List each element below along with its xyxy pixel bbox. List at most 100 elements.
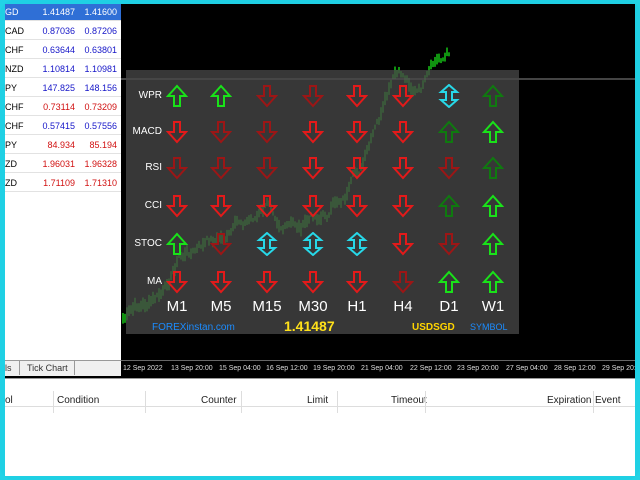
- bid-cell: 0.63644: [42, 45, 75, 55]
- arrow-down-icon: [345, 120, 369, 144]
- bid-cell: 0.87036: [42, 26, 75, 36]
- arrow-down-icon: [255, 270, 279, 294]
- arrow-updown-icon: [346, 231, 368, 257]
- column-separator[interactable]: [425, 391, 426, 413]
- arrow-down-icon: [391, 156, 415, 180]
- column-separator[interactable]: [593, 391, 594, 413]
- arrow-down-icon: [391, 232, 415, 256]
- ask-cell: 0.63801: [84, 45, 117, 55]
- timeframe-label[interactable]: D1: [429, 298, 469, 315]
- arrow-down-icon: [391, 194, 415, 218]
- arrow-down-icon: [345, 84, 369, 108]
- market-row[interactable]: PY 84.934 85.194: [5, 137, 121, 154]
- market-row[interactable]: PY 147.825 148.156: [5, 80, 121, 97]
- column-header[interactable]: Timeout: [391, 395, 427, 406]
- panel-tabs: ls Tick Chart: [5, 360, 121, 376]
- arrow-updown-icon: [256, 231, 278, 257]
- market-row[interactable]: CHF 0.73114 0.73209: [5, 99, 121, 116]
- signal-dashboard: WPR MACD RSI CCI STOC MA M1 M5 M15 M30 H1 H4 D1 W1 F…: [126, 70, 519, 334]
- market-row[interactable]: NZD 1.10814 1.10981: [5, 61, 121, 78]
- arrow-down-icon: [209, 270, 233, 294]
- bid-cell: 1.41487: [42, 7, 75, 17]
- market-row[interactable]: CHF 0.63644 0.63801: [5, 42, 121, 59]
- column-separator[interactable]: [241, 391, 242, 413]
- time-label: 29 Sep 20:00: [602, 365, 635, 372]
- column-header[interactable]: Counter: [201, 395, 237, 406]
- arrow-updown-icon: [438, 83, 460, 109]
- symbol-cell: PY: [5, 83, 18, 93]
- column-header[interactable]: Expiration: [547, 395, 591, 406]
- time-label: 21 Sep 04:00: [361, 365, 403, 372]
- symbol-cell: CHF: [5, 102, 24, 112]
- bid-cell: 0.57415: [42, 121, 75, 131]
- arrow-down-icon: [165, 120, 189, 144]
- market-watch: GD 1.41487 1.41600 CAD 0.87036 0.87206 CHF 0.63…: [5, 4, 121, 194]
- symbol-cell: CHF: [5, 121, 24, 131]
- time-label: 16 Sep 12:00: [266, 365, 308, 372]
- symbol-cell: GD: [5, 7, 19, 17]
- column-header[interactable]: Condition: [57, 395, 99, 406]
- arrow-down-icon: [209, 194, 233, 218]
- arrow-down-icon: [255, 120, 279, 144]
- arrow-up-icon: [165, 232, 189, 256]
- bid-cell: 147.825: [42, 83, 75, 93]
- market-row[interactable]: CAD 0.87036 0.87206: [5, 23, 121, 40]
- arrow-down-icon: [391, 84, 415, 108]
- tab-separator: [74, 361, 75, 375]
- indicator-label: WPR: [138, 90, 162, 101]
- time-label: 22 Sep 12:00: [410, 365, 452, 372]
- timeframe-label[interactable]: M15: [247, 298, 287, 315]
- terminal-window: GD 1.41487 1.41600 CAD 0.87036 0.87206 CHF 0.63…: [5, 4, 635, 476]
- arrow-down-icon: [345, 270, 369, 294]
- column-header[interactable]: Limit: [307, 395, 328, 406]
- time-axis: 12 Sep 2022 13 Sep 20:00 15 Sep 04:00 16 Se…: [121, 360, 635, 378]
- pair-label: USDSGD: [412, 322, 455, 333]
- time-label: 23 Sep 20:00: [457, 365, 499, 372]
- ask-cell: 148.156: [84, 83, 117, 93]
- column-separator[interactable]: [337, 391, 338, 413]
- column-header[interactable]: ol: [5, 395, 13, 406]
- time-label: 13 Sep 20:00: [171, 365, 213, 372]
- tab-left[interactable]: ls: [5, 363, 12, 373]
- timeframe-label[interactable]: M1: [157, 298, 197, 315]
- column-header[interactable]: Event: [595, 395, 621, 406]
- symbol-cell: NZD: [5, 64, 24, 74]
- timeframe-label[interactable]: M30: [293, 298, 333, 315]
- timeframe-label[interactable]: H1: [337, 298, 377, 315]
- ask-cell: 0.73209: [84, 102, 117, 112]
- arrow-down-icon: [437, 156, 461, 180]
- symbol-button[interactable]: SYMBOL: [470, 322, 508, 332]
- symbol-cell: PY: [5, 140, 18, 150]
- timeframe-label[interactable]: M5: [201, 298, 241, 315]
- arrow-up-icon: [481, 156, 505, 180]
- market-row[interactable]: GD 1.41487 1.41600: [5, 4, 121, 21]
- bid-cell: 84.934: [47, 140, 75, 150]
- navigator-panel: [5, 194, 121, 374]
- market-row[interactable]: ZD 1.96031 1.96328: [5, 156, 121, 173]
- ask-cell: 1.41600: [84, 7, 117, 17]
- table-header: ol Condition Counter Limit Timeout Expiration…: [5, 385, 635, 413]
- symbol-cell: CAD: [5, 26, 25, 36]
- arrow-up-icon: [481, 194, 505, 218]
- column-separator[interactable]: [53, 391, 54, 413]
- current-price: 1.41487: [284, 318, 335, 334]
- arrow-down-icon: [301, 270, 325, 294]
- arrow-down-icon: [209, 232, 233, 256]
- arrow-down-icon: [165, 156, 189, 180]
- ask-cell: 0.57556: [84, 121, 117, 131]
- arrow-up-icon: [481, 120, 505, 144]
- arrow-down-icon: [345, 156, 369, 180]
- time-label: 12 Sep 2022: [123, 365, 163, 372]
- market-row[interactable]: ZD 1.71109 1.71310: [5, 175, 121, 192]
- market-row[interactable]: CHF 0.57415 0.57556: [5, 118, 121, 135]
- ask-cell: 0.87206: [84, 26, 117, 36]
- timeframe-label[interactable]: H4: [383, 298, 423, 315]
- brand-label[interactable]: FOREXinstan.com: [152, 322, 235, 333]
- tab-tick-chart[interactable]: Tick Chart: [27, 363, 68, 373]
- arrow-up-icon: [437, 120, 461, 144]
- bid-cell: 1.71109: [43, 178, 75, 188]
- arrow-up-icon: [437, 270, 461, 294]
- arrow-up-icon: [481, 84, 505, 108]
- timeframe-label[interactable]: W1: [473, 298, 513, 315]
- column-separator[interactable]: [145, 391, 146, 413]
